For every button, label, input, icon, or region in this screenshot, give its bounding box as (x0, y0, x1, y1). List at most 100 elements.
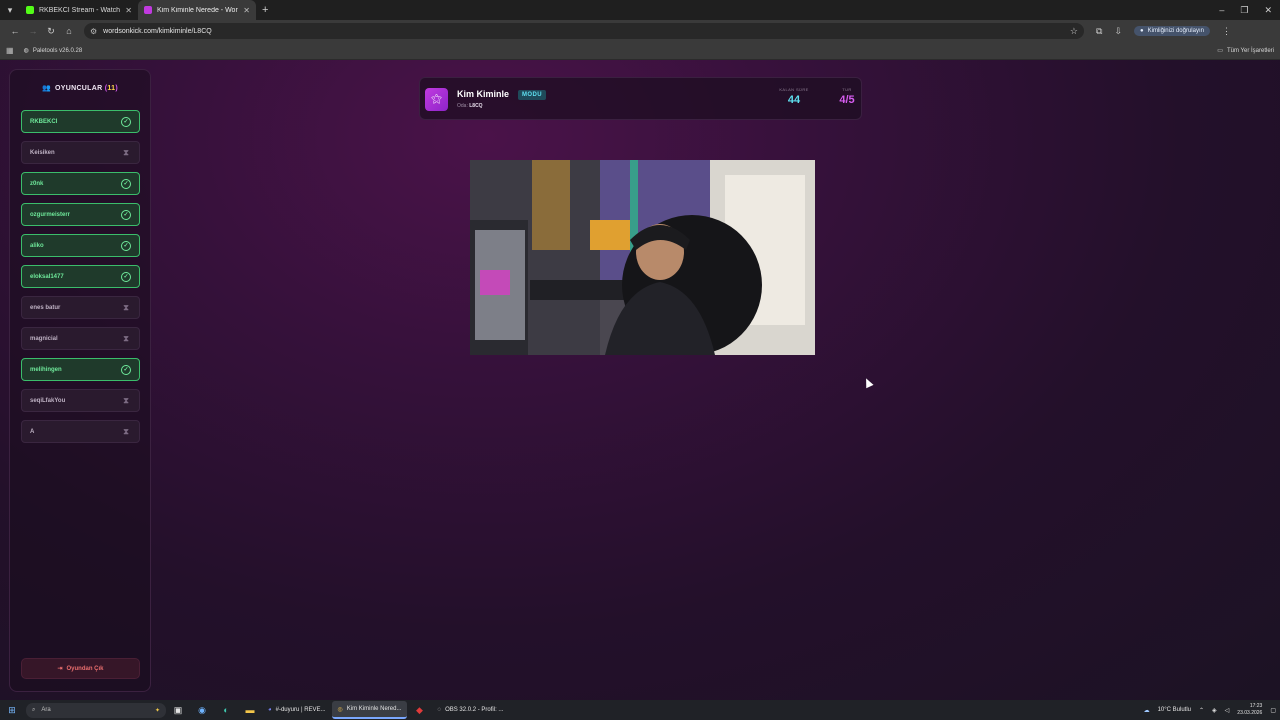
player-row: magnicial ⧗ (21, 327, 140, 350)
home-icon[interactable]: ⌂ (60, 26, 78, 36)
sparkle-icon: ✦ (154, 707, 160, 714)
taskbar-app-chrome[interactable]: ◎ Kim Kiminle Nered... (331, 701, 408, 719)
taskbar-app-discord[interactable]: ◕ #-duyuru | REVE... (262, 701, 332, 719)
player-name: ozgurmeisterr (30, 211, 71, 218)
all-bookmarks-label: Tüm Yer İşaretleri (1226, 47, 1274, 54)
system-tray: ☁ 10°C Bulutlu ⌃ ◈ ◁ 17:23 23.03.2026 ▢ (1144, 703, 1276, 717)
back-icon[interactable]: ← (6, 26, 24, 36)
exit-icon: ⇥ (57, 666, 63, 672)
file-explorer-icon[interactable]: ▬ (238, 705, 262, 715)
tab-title: RKBEKCI Stream - Watch Live o (39, 6, 121, 14)
folder-icon: ▭ (1217, 48, 1223, 54)
close-tab-icon[interactable]: ✕ (125, 6, 132, 15)
address-bar[interactable]: ⚙ wordsonkick.com/kimkiminle/L8CQ ☆ (84, 23, 1084, 39)
chrome-icon: ◎ (337, 706, 343, 713)
search-icon: ⌕ (32, 706, 36, 713)
windows-taskbar: ⊞ ⌕ Ara ✦ ▣ ◉ ◐ ▬ ◕ #-duyuru | REVE... ◎… (0, 700, 1280, 720)
tab-rkbekci-stream[interactable]: RKBEKCI Stream - Watch Live o ✕ (20, 0, 138, 20)
words-favicon-icon (144, 6, 152, 14)
bookmarks-bar: ▦ ◍ Paletools v26.0.28 ▭ Tüm Yer İşaretl… (0, 42, 1280, 60)
hourglass-icon: ⧗ (123, 395, 129, 405)
reload-icon[interactable]: ↻ (42, 26, 60, 37)
player-name: magnicial (30, 335, 58, 342)
new-tab-button[interactable]: + (262, 4, 268, 16)
bookmark-paletools[interactable]: ◍ Paletools v26.0.28 (24, 47, 83, 55)
task-view-icon[interactable]: ▣ (166, 705, 190, 716)
apps-grid-icon[interactable]: ▦ (6, 46, 14, 55)
window-controls: – ❐ ✕ (1219, 0, 1272, 20)
copilot-icon[interactable]: ◉ (190, 705, 214, 716)
game-page: 👥 OYUNCULAR (11) RKBEKCI ✓ Keisiken ⧗ z0nk ✓ oz… (0, 60, 1280, 700)
tab-search-icon[interactable]: ▾ (0, 0, 20, 20)
profile-button[interactable]: ● Kimliğinizi doğrulayın (1133, 26, 1210, 36)
bookmark-star-icon[interactable]: ☆ (1070, 26, 1078, 37)
check-icon: ✓ (121, 364, 131, 375)
webcam-video-feed (470, 160, 815, 355)
leave-label: Oyundan Çık (66, 665, 104, 672)
network-icon[interactable]: ◈ (1212, 707, 1217, 714)
close-window-icon[interactable]: ✕ (1264, 5, 1272, 16)
hourglass-icon: ⧗ (123, 302, 129, 312)
hourglass-icon: ⧗ (123, 426, 129, 436)
site-info-icon[interactable]: ⚙ (90, 27, 97, 36)
start-menu-icon[interactable]: ⊞ (4, 705, 20, 716)
kick-favicon-icon (26, 6, 34, 14)
player-name: enes batur (30, 304, 61, 311)
tab-title: Kim Kiminle Nerede - Words O (157, 6, 238, 14)
search-placeholder: Ara (41, 707, 51, 713)
close-tab-icon[interactable]: ✕ (243, 6, 250, 15)
leave-game-button[interactable]: ⇥ Oyundan Çık (21, 658, 140, 679)
menu-icon[interactable]: ⋮ (1222, 26, 1231, 37)
player-name: A (30, 428, 35, 435)
chevron-up-icon[interactable]: ⌃ (1199, 707, 1204, 714)
extensions-icon[interactable]: ⧉ (1096, 26, 1102, 37)
notifications-icon[interactable]: ▢ (1270, 707, 1276, 714)
round-counter: TUR 4/5 (839, 87, 855, 106)
tab-kim-kiminle[interactable]: Kim Kiminle Nerede - Words O ✕ (138, 0, 256, 20)
player-row: Keisiken ⧗ (21, 141, 140, 164)
maximize-icon[interactable]: ❐ (1240, 5, 1248, 16)
player-row: aliko ✓ (21, 234, 140, 257)
obs-icon: ◌ (437, 707, 442, 713)
url-text: wordsonkick.com/kimkiminle/L8CQ (103, 27, 212, 35)
profile-label: Kimliğinizi doğrulayın (1147, 28, 1204, 34)
clock[interactable]: 17:23 23.03.2026 (1237, 703, 1262, 717)
player-row: A ⧗ (21, 420, 140, 443)
check-icon: ✓ (121, 271, 131, 282)
hourglass-icon: ⧗ (123, 333, 129, 343)
player-row: z0nk ✓ (21, 172, 140, 195)
forward-icon[interactable]: → (24, 26, 42, 36)
taskbar-app-obs[interactable]: ◌ OBS 32.0.2 - Profil: ... (431, 701, 509, 719)
game-title: Kim Kiminle (457, 89, 510, 99)
game-header: ⚝ Kim Kiminle MODU Oda: L8CQ KALAN SÜRE … (419, 77, 862, 120)
all-bookmarks-button[interactable]: ▭ Tüm Yer İşaretleri (1217, 47, 1274, 55)
users-icon: 👥 (42, 85, 52, 92)
app-red-icon[interactable]: ◆ (407, 705, 431, 716)
player-name: seqiLfakYou (30, 397, 66, 404)
downloads-icon[interactable]: ⇩ (1114, 26, 1122, 37)
avatar-icon: ● (1139, 28, 1144, 34)
player-name: RKBEKCI (30, 118, 58, 125)
discord-icon: ◕ (268, 707, 272, 713)
mode-badge: MODU (518, 90, 546, 100)
bookmark-label: Paletools v26.0.28 (32, 47, 83, 54)
check-icon: ✓ (121, 178, 131, 189)
player-name: z0nk (30, 180, 44, 187)
room-info: Oda: L8CQ (457, 103, 483, 109)
game-logo-icon: ⚝ (425, 88, 448, 111)
player-count: (11) (104, 85, 118, 92)
volume-icon[interactable]: ◁ (1225, 707, 1230, 714)
taskbar-search[interactable]: ⌕ Ara ✦ (26, 702, 166, 718)
browser-toolbar: ← → ↻ ⌂ ⚙ wordsonkick.com/kimkiminle/L8C… (0, 20, 1280, 42)
remaining-time: KALAN SÜRE 44 (779, 87, 809, 106)
webcam-image (470, 160, 815, 355)
weather-icon[interactable]: ☁ (1144, 707, 1150, 714)
check-icon: ✓ (121, 116, 131, 127)
check-icon: ✓ (121, 240, 131, 251)
edge-icon[interactable]: ◐ (214, 705, 238, 715)
player-name: Keisiken (30, 149, 55, 156)
weather-text[interactable]: 10°C Bulutlu (1158, 707, 1191, 713)
minimize-icon[interactable]: – (1219, 5, 1224, 15)
player-name: eloksal1477 (30, 273, 64, 280)
players-title: 👥 OYUNCULAR (11) (42, 85, 118, 92)
